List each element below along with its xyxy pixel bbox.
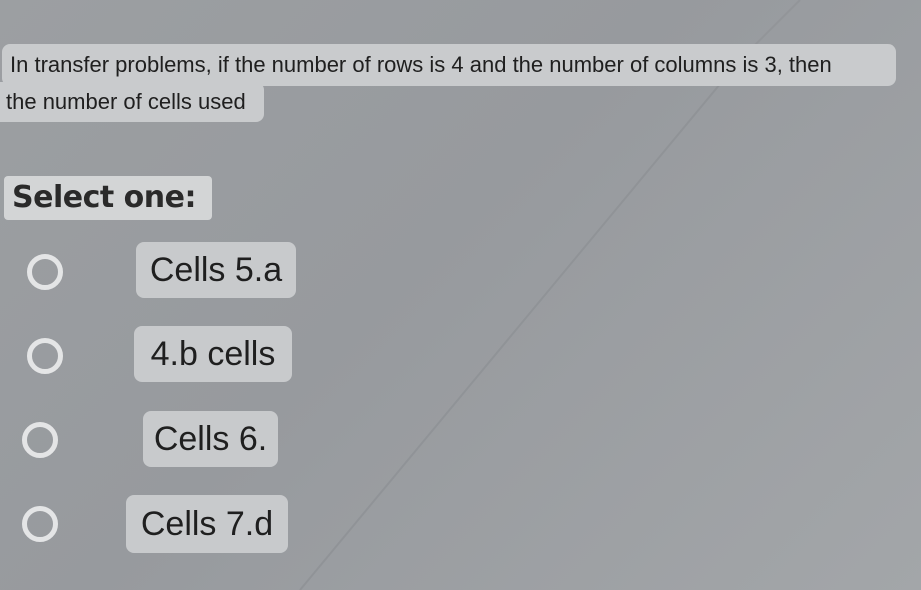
select-one-prompt: Select one: <box>4 176 212 220</box>
option-b-label[interactable]: 4.b cells <box>134 326 292 382</box>
question-text-line-1: In transfer problems, if the number of r… <box>2 44 896 86</box>
radio-unchecked-icon[interactable] <box>27 338 63 374</box>
radio-unchecked-icon[interactable] <box>22 422 58 458</box>
radio-unchecked-icon[interactable] <box>27 254 63 290</box>
option-c-label[interactable]: Cells 6. <box>143 411 278 467</box>
radio-unchecked-icon[interactable] <box>22 506 58 542</box>
option-a-label[interactable]: Cells 5.a <box>136 242 296 298</box>
question-text-line-2: the number of cells used <box>0 82 264 122</box>
option-d-label[interactable]: Cells 7.d <box>126 495 288 553</box>
